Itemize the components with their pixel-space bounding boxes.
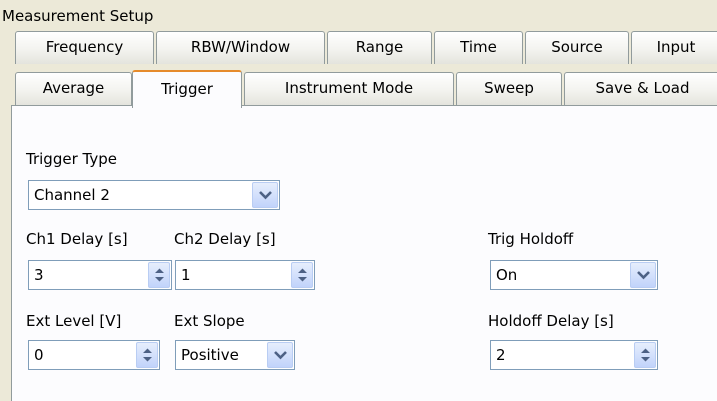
spin-arrows-icon[interactable] bbox=[136, 342, 158, 368]
tab-sweep[interactable]: Sweep bbox=[456, 72, 562, 105]
trig-holdoff-select[interactable]: On bbox=[490, 260, 658, 290]
tab-frequency[interactable]: Frequency bbox=[15, 31, 154, 64]
spin-arrows-icon[interactable] bbox=[148, 262, 170, 288]
tab-time[interactable]: Time bbox=[434, 31, 523, 64]
ext-slope-select[interactable]: Positive bbox=[175, 340, 295, 370]
window-title: Measurement Setup bbox=[2, 7, 154, 25]
ch2-delay-label: Ch2 Delay [s] bbox=[174, 230, 276, 248]
tab-row-2: Average Trigger Instrument Mode Sweep Sa… bbox=[0, 70, 717, 108]
spin-arrows-icon[interactable] bbox=[634, 342, 656, 368]
chevron-down-icon[interactable] bbox=[267, 342, 293, 368]
holdoff-delay-value: 2 bbox=[496, 346, 506, 364]
ch1-delay-label: Ch1 Delay [s] bbox=[26, 230, 128, 248]
tab-row-1: Frequency RBW/Window Range Time Source I… bbox=[0, 31, 717, 65]
ext-level-label: Ext Level [V] bbox=[26, 312, 122, 330]
tab-instrument-mode[interactable]: Instrument Mode bbox=[244, 72, 454, 105]
trigger-type-select[interactable]: Channel 2 bbox=[28, 180, 280, 210]
ch1-delay-spinbox[interactable]: 3 bbox=[28, 260, 172, 290]
trig-holdoff-value: On bbox=[496, 266, 518, 284]
tab-save-load[interactable]: Save & Load bbox=[564, 72, 717, 105]
trigger-panel: Trigger Type Channel 2 Ch1 Delay [s] Ch2… bbox=[11, 105, 717, 401]
trigger-type-value: Channel 2 bbox=[34, 186, 110, 204]
tab-input[interactable]: Input bbox=[631, 31, 717, 64]
ch2-delay-value: 1 bbox=[181, 266, 191, 284]
ext-slope-value: Positive bbox=[181, 346, 239, 364]
tab-trigger[interactable]: Trigger bbox=[132, 70, 242, 108]
holdoff-delay-label: Holdoff Delay [s] bbox=[488, 312, 614, 330]
tab-range[interactable]: Range bbox=[327, 31, 432, 64]
spin-arrows-icon[interactable] bbox=[291, 262, 313, 288]
ch1-delay-value: 3 bbox=[34, 266, 44, 284]
ext-level-value: 0 bbox=[34, 346, 44, 364]
tab-rbw-window[interactable]: RBW/Window bbox=[156, 31, 325, 64]
ext-level-spinbox[interactable]: 0 bbox=[28, 340, 160, 370]
holdoff-delay-spinbox[interactable]: 2 bbox=[490, 340, 658, 370]
chevron-down-icon[interactable] bbox=[630, 262, 656, 288]
trigger-type-label: Trigger Type bbox=[26, 150, 117, 168]
ext-slope-label: Ext Slope bbox=[174, 312, 245, 330]
chevron-down-icon[interactable] bbox=[252, 182, 278, 208]
tab-average[interactable]: Average bbox=[15, 72, 132, 105]
ch2-delay-spinbox[interactable]: 1 bbox=[175, 260, 315, 290]
tab-source[interactable]: Source bbox=[525, 31, 629, 64]
trig-holdoff-label: Trig Holdoff bbox=[488, 230, 574, 248]
